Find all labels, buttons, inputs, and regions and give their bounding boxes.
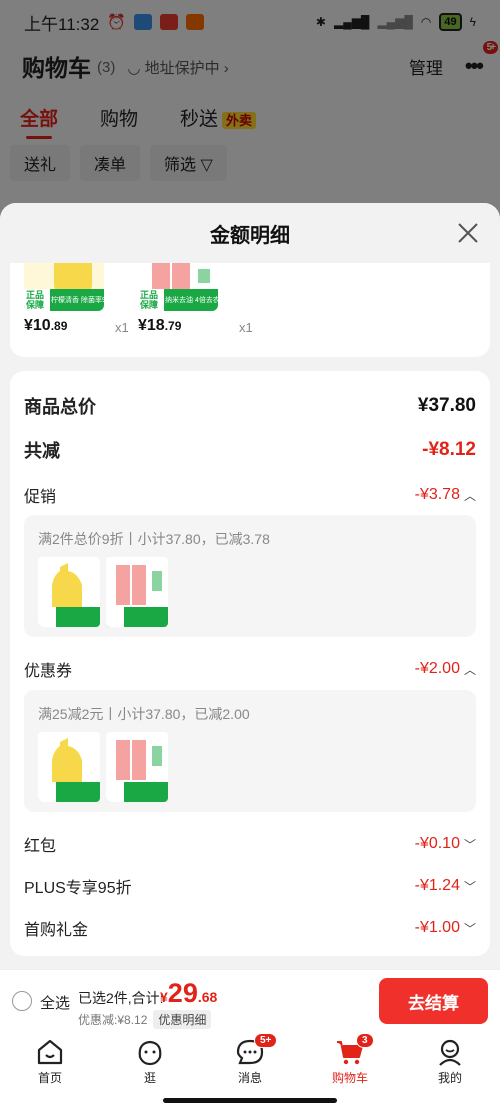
redpack-label: 红包 — [24, 838, 57, 855]
guarantee-badge: 正品保障 — [26, 290, 45, 310]
nav-home[interactable]: 首页 — [20, 1037, 80, 1086]
chevron-down-icon: ﹀ — [463, 921, 476, 936]
discount-amount: 优惠减:¥8.12 — [78, 1013, 148, 1027]
total-reduce-label: 共减 — [24, 441, 60, 461]
promo-detail-text: 满2件总价9折丨小计37.80，已减3.78 — [38, 531, 270, 547]
nav-label: 首页 — [37, 1071, 62, 1085]
total-price-row: 商品总价 ¥37.80 — [24, 393, 476, 419]
discount-detail-button[interactable]: 优惠明细 — [153, 1010, 212, 1029]
total-dec: .68 — [197, 989, 218, 1005]
sheet-header: 金额明细 — [0, 203, 500, 263]
plus-discount-value: -¥1.24 — [414, 877, 460, 894]
redpack-value: -¥0.10 — [414, 835, 460, 852]
product-item[interactable]: 正品保障 柠檬清香 除菌率99.9% ¥10.89 x1 — [10, 263, 129, 357]
promo-value: -¥3.78 — [414, 486, 460, 503]
chevron-down-icon: ﹀ — [463, 879, 476, 894]
select-all-label[interactable]: 全选 — [40, 992, 70, 1013]
product-thumbnail — [38, 732, 100, 802]
coupon-detail-text: 满25减2元丨小计37.80，已减2.00 — [38, 706, 250, 722]
product-thumbnail — [106, 732, 168, 802]
nav-cart[interactable]: 购物车 3 — [320, 1033, 380, 1086]
checkout-total: ¥ 29 .68 — [160, 978, 217, 1009]
nav-browse[interactable]: 逛 — [120, 1037, 180, 1086]
plus-discount-label: PLUS专享95折 — [24, 880, 132, 897]
profile-icon — [439, 1039, 461, 1066]
chevron-up-icon: ︿ — [463, 488, 476, 503]
product-price-dec: .79 — [164, 319, 182, 333]
coupon-row[interactable]: 优惠券 -¥2.00 ︿ — [24, 657, 476, 681]
product-image: 正品保障 柠檬清香 除菌率99.9% — [24, 263, 104, 311]
product-thumbnail — [38, 557, 100, 627]
home-indicator — [163, 1098, 337, 1103]
promo-detail-box: 满2件总价9折丨小计37.80，已减3.78 — [24, 515, 476, 637]
coupon-label: 优惠券 — [24, 663, 73, 680]
product-price-int: ¥10 — [24, 317, 51, 334]
amount-detail-card: 商品总价 ¥37.80 共减 -¥8.12 促销 -¥3.78 ︿ 满2件总价9折… — [10, 371, 490, 956]
checkout-bar: 全选 已选2件,合计: ¥ 29 .68 优惠减:¥8.12 优惠明细 去结算 — [0, 969, 500, 1031]
first-buy-row[interactable]: 首购礼金 -¥1.00 ﹀ — [24, 916, 476, 940]
coupon-detail-box: 满25减2元丨小计37.80，已减2.00 — [24, 690, 476, 812]
browse-icon — [138, 1040, 162, 1066]
promo-label: 促销 — [24, 489, 57, 506]
nav-profile[interactable]: 我的 — [420, 1037, 480, 1086]
selected-summary: 已选2件,合计: — [78, 990, 164, 1006]
guarantee-badge: 正品保障 — [140, 290, 159, 310]
cart-badge: 3 — [356, 1033, 374, 1048]
sheet-title: 金额明细 — [210, 224, 290, 247]
amount-detail-sheet: 金额明细 正品保障 柠檬清香 除菌率99.9% ¥10.89 x1 — [0, 203, 500, 969]
total-price-label: 商品总价 — [24, 397, 96, 417]
total-int: 29 — [167, 978, 198, 1008]
total-reduce-value: -¥8.12 — [422, 439, 476, 460]
promo-row[interactable]: 促销 -¥3.78 ︿ — [24, 483, 476, 507]
chevron-down-icon: ﹀ — [463, 837, 476, 852]
first-buy-label: 首购礼金 — [24, 922, 89, 939]
nav-label: 购物车 — [331, 1071, 368, 1085]
product-price: ¥18.79 — [138, 317, 181, 335]
nav-label: 消息 — [237, 1071, 262, 1085]
coupon-value: -¥2.00 — [414, 660, 460, 677]
select-all-checkbox[interactable] — [12, 991, 32, 1011]
discount-line: 优惠减:¥8.12 优惠明细 — [78, 1010, 212, 1029]
total-yen: ¥ — [160, 989, 168, 1005]
total-price-value: ¥37.80 — [417, 395, 476, 416]
close-icon[interactable] — [456, 221, 480, 245]
product-price-dec: .89 — [50, 319, 68, 333]
product-price-int: ¥18 — [138, 317, 165, 334]
first-buy-value: -¥1.00 — [414, 919, 460, 936]
home-icon — [37, 1039, 63, 1065]
product-image: 正品保障 纳米去油 4倍去农残 — [138, 263, 218, 311]
product-qty: x1 — [239, 320, 253, 335]
redpack-row[interactable]: 红包 -¥0.10 ﹀ — [24, 832, 476, 856]
chevron-up-icon: ︿ — [463, 662, 476, 677]
product-price: ¥10.89 — [24, 317, 67, 335]
nav-messages[interactable]: 消息 5+ — [220, 1033, 280, 1086]
product-item[interactable]: 正品保障 纳米去油 4倍去农残 ¥18.79 x1 — [124, 263, 253, 357]
checkout-button[interactable]: 去结算 — [379, 978, 488, 1024]
product-thumbnail — [106, 557, 168, 627]
nav-label: 我的 — [437, 1071, 462, 1085]
product-list-card: 正品保障 柠檬清香 除菌率99.9% ¥10.89 x1 正品保障 纳米去油 4… — [10, 263, 490, 357]
product-caption: 纳米去油 4倍去农残 — [165, 297, 218, 304]
messages-badge: 5+ — [254, 1033, 278, 1048]
product-caption: 柠檬清香 除菌率99.9% — [51, 297, 104, 304]
total-reduce-row: 共减 -¥8.12 — [24, 437, 476, 463]
nav-label: 逛 — [143, 1071, 156, 1085]
plus-discount-row[interactable]: PLUS专享95折 -¥1.24 ﹀ — [24, 874, 476, 898]
